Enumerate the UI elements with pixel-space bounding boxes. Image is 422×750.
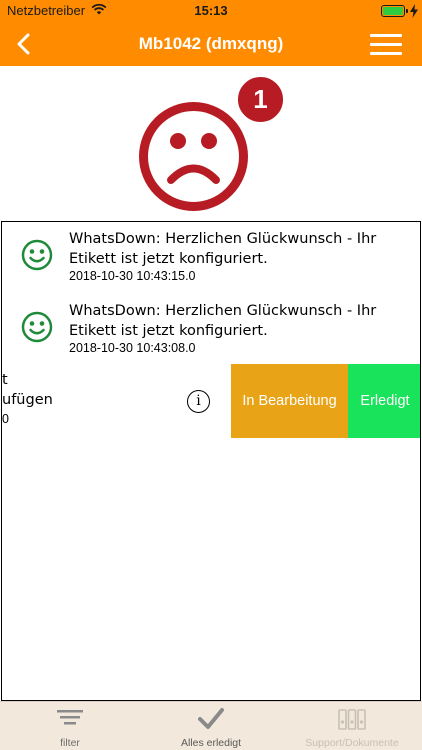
row-date-fragment: 0 [2, 412, 9, 426]
smiley-icon [21, 311, 53, 343]
binders-icon [338, 709, 366, 730]
row-text-fragment: ufügen [2, 392, 53, 408]
tab-support-documents[interactable]: Support/Dokumente [282, 702, 422, 750]
tab-label: Alles erledigt [180, 737, 242, 749]
message-item[interactable]: WhatsDown: Herzlichen Glückwunsch - Ihr … [2, 294, 420, 364]
message-text: WhatsDown: Herzlichen Glückwunsch - Ihr … [69, 231, 377, 267]
done-button[interactable]: Erledigt [348, 364, 420, 438]
tab-filter[interactable]: filter [0, 702, 140, 750]
charging-bolt-icon [410, 4, 418, 18]
checkmark-icon [198, 708, 224, 729]
message-date: 2018-10-30 10:43:08.0 [69, 341, 196, 355]
smiley-icon [21, 239, 53, 271]
tab-all-done[interactable]: Alles erledigt [140, 702, 282, 750]
tab-label: Support/Dokumente [305, 737, 399, 749]
status-bar: Netzbetreiber 15:13 [0, 0, 422, 22]
swiped-message-row[interactable]: t ufügen 0 i In Bearbeitung Erledigt [2, 364, 420, 438]
top-bar: Netzbetreiber 15:13 Mb1042 (dmxqng) [0, 0, 422, 66]
filter-lines-icon [57, 710, 83, 725]
tab-bar: filter Alles erledigt Support/Dokumente [0, 701, 422, 750]
info-icon[interactable]: i [187, 390, 210, 413]
notification-badge: 1 [235, 74, 286, 125]
message-list: WhatsDown: Herzlichen Glückwunsch - Ihr … [1, 221, 421, 701]
page-title: Mb1042 (dmxqng) [138, 34, 284, 53]
status-time: 15:13 [194, 3, 228, 18]
hamburger-menu-icon[interactable] [370, 34, 402, 56]
battery-tip [406, 9, 408, 13]
message-text: WhatsDown: Herzlichen Glückwunsch - Ihr … [69, 303, 377, 339]
message-date: 2018-10-30 10:43:15.0 [69, 269, 196, 283]
battery-icon [381, 5, 405, 17]
message-item[interactable]: WhatsDown: Herzlichen Glückwunsch - Ihr … [2, 222, 420, 292]
sad-face-icon [139, 102, 248, 211]
in-progress-button[interactable]: In Bearbeitung [231, 364, 348, 438]
navigation-bar: Mb1042 (dmxqng) [0, 22, 422, 66]
row-text-fragment: t [2, 372, 8, 388]
tab-label: filter [60, 737, 80, 749]
